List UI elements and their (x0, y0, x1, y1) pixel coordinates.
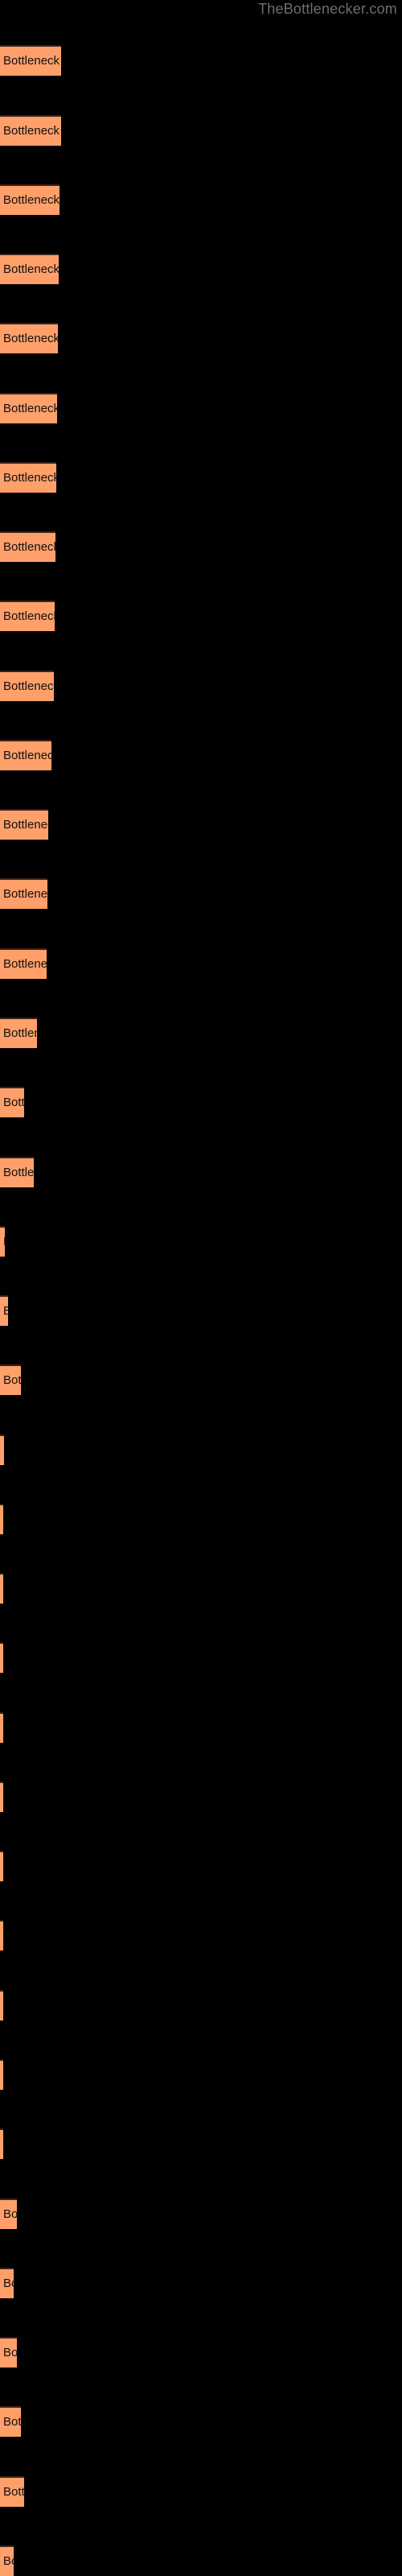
bar-label: Bottleneck result (3, 1373, 21, 1387)
chart-bar: Bottleneck result (0, 184, 59, 215)
chart-bar: Bottleneck result (0, 878, 47, 909)
chart-bar: Bottleneck result (0, 1226, 5, 1257)
chart-bar: Bottleneck result (0, 809, 48, 840)
bar-label: Bottleneck result (3, 402, 57, 415)
bar-label: Bottleneck result (3, 818, 48, 832)
bar-label: Bottleneck result (3, 679, 54, 693)
chart-bar: Bottleneck result (0, 2059, 3, 2090)
chart-bar: Bottleneck result (0, 2198, 17, 2229)
chart-bar: Bottleneck result (0, 1295, 8, 1326)
chart-bar: Bottleneck result (0, 462, 56, 493)
chart-bar: Bottleneck result (0, 115, 61, 146)
chart-bar: Bottleneck result (0, 1642, 3, 1673)
bar-label: Bottleneck result (3, 1303, 8, 1319)
chart-bar: Bottleneck result (0, 2476, 24, 2507)
chart-bar: Bottleneck result (0, 1157, 34, 1187)
chart-bar: Bottleneck result (0, 1435, 4, 1465)
bar-label: Bottleneck result (3, 609, 55, 623)
bar-label: Bottleneck result (3, 1166, 34, 1179)
chart-bar: Bottleneck result (0, 740, 51, 770)
bar-label: Bottleneck result (3, 124, 61, 138)
chart-bar: Bottleneck result (0, 2545, 14, 2576)
bar-label: Bottleneck result (3, 887, 47, 901)
chart-bar: Bottleneck result (0, 601, 55, 631)
bar-label: Bottleneck result (3, 2207, 17, 2221)
chart-bar: Bottleneck result (0, 948, 47, 979)
bar-label: Bottleneck result (3, 1234, 5, 1250)
chart-bar: Bottleneck result (0, 393, 57, 423)
chart-bar: Bottleneck result (0, 45, 61, 76)
bar-label: Bottleneck result (3, 957, 47, 971)
bar-label: Bottleneck result (3, 1443, 4, 1459)
bar-label: Bottleneck result (3, 54, 61, 68)
bar-label: Bottleneck result (3, 2277, 14, 2290)
bar-label: Bottleneck result (3, 262, 59, 276)
bar-label: Bottleneck result (3, 540, 55, 554)
chart-bar: Bottleneck result (0, 2128, 3, 2159)
bar-label: Bottleneck result (3, 1096, 24, 1109)
bar-label: Bottleneck result (3, 332, 58, 345)
bar-label: Bottleneck result (3, 2554, 14, 2568)
chart-bar: Bottleneck result (0, 2337, 17, 2368)
bar-label: Bottleneck result (3, 193, 59, 207)
chart-bar: Bottleneck result (0, 1087, 24, 1117)
chart-bar: Bottleneck result (0, 1504, 3, 1534)
bar-label: Bottleneck result (3, 471, 56, 485)
bottleneck-bar-chart: Bottleneck result Bottleneck result Bottle… (0, 0, 402, 2576)
chart-bar: Bottleneck result (0, 2406, 21, 2437)
chart-bar: Bottleneck result (0, 323, 58, 353)
chart-bar: Bottleneck result (0, 1920, 3, 1951)
chart-bar: Bottleneck result (0, 531, 55, 562)
chart-bar: Bottleneck result (0, 671, 54, 701)
bar-label: Bottleneck result (3, 2346, 17, 2359)
bar-label: Bottleneck result (3, 2415, 21, 2429)
chart-bar: Bottleneck result (0, 1364, 21, 1395)
bar-label: Bottleneck result (3, 1026, 37, 1040)
chart-bar: Bottleneck result (0, 1573, 3, 1604)
chart-bar: Bottleneck result (0, 1990, 3, 2021)
bar-label: Bottleneck result (3, 2485, 24, 2499)
bar-label: Bottleneck result (3, 749, 51, 762)
chart-bar: Bottleneck result (0, 1781, 3, 1812)
chart-bar: Bottleneck result (0, 1851, 3, 1881)
chart-bar: Bottleneck result (0, 254, 59, 284)
chart-bar: Bottleneck result (0, 1018, 37, 1048)
chart-bar: Bottleneck result (0, 1712, 3, 1743)
chart-bar: Bottleneck result (0, 2268, 14, 2298)
